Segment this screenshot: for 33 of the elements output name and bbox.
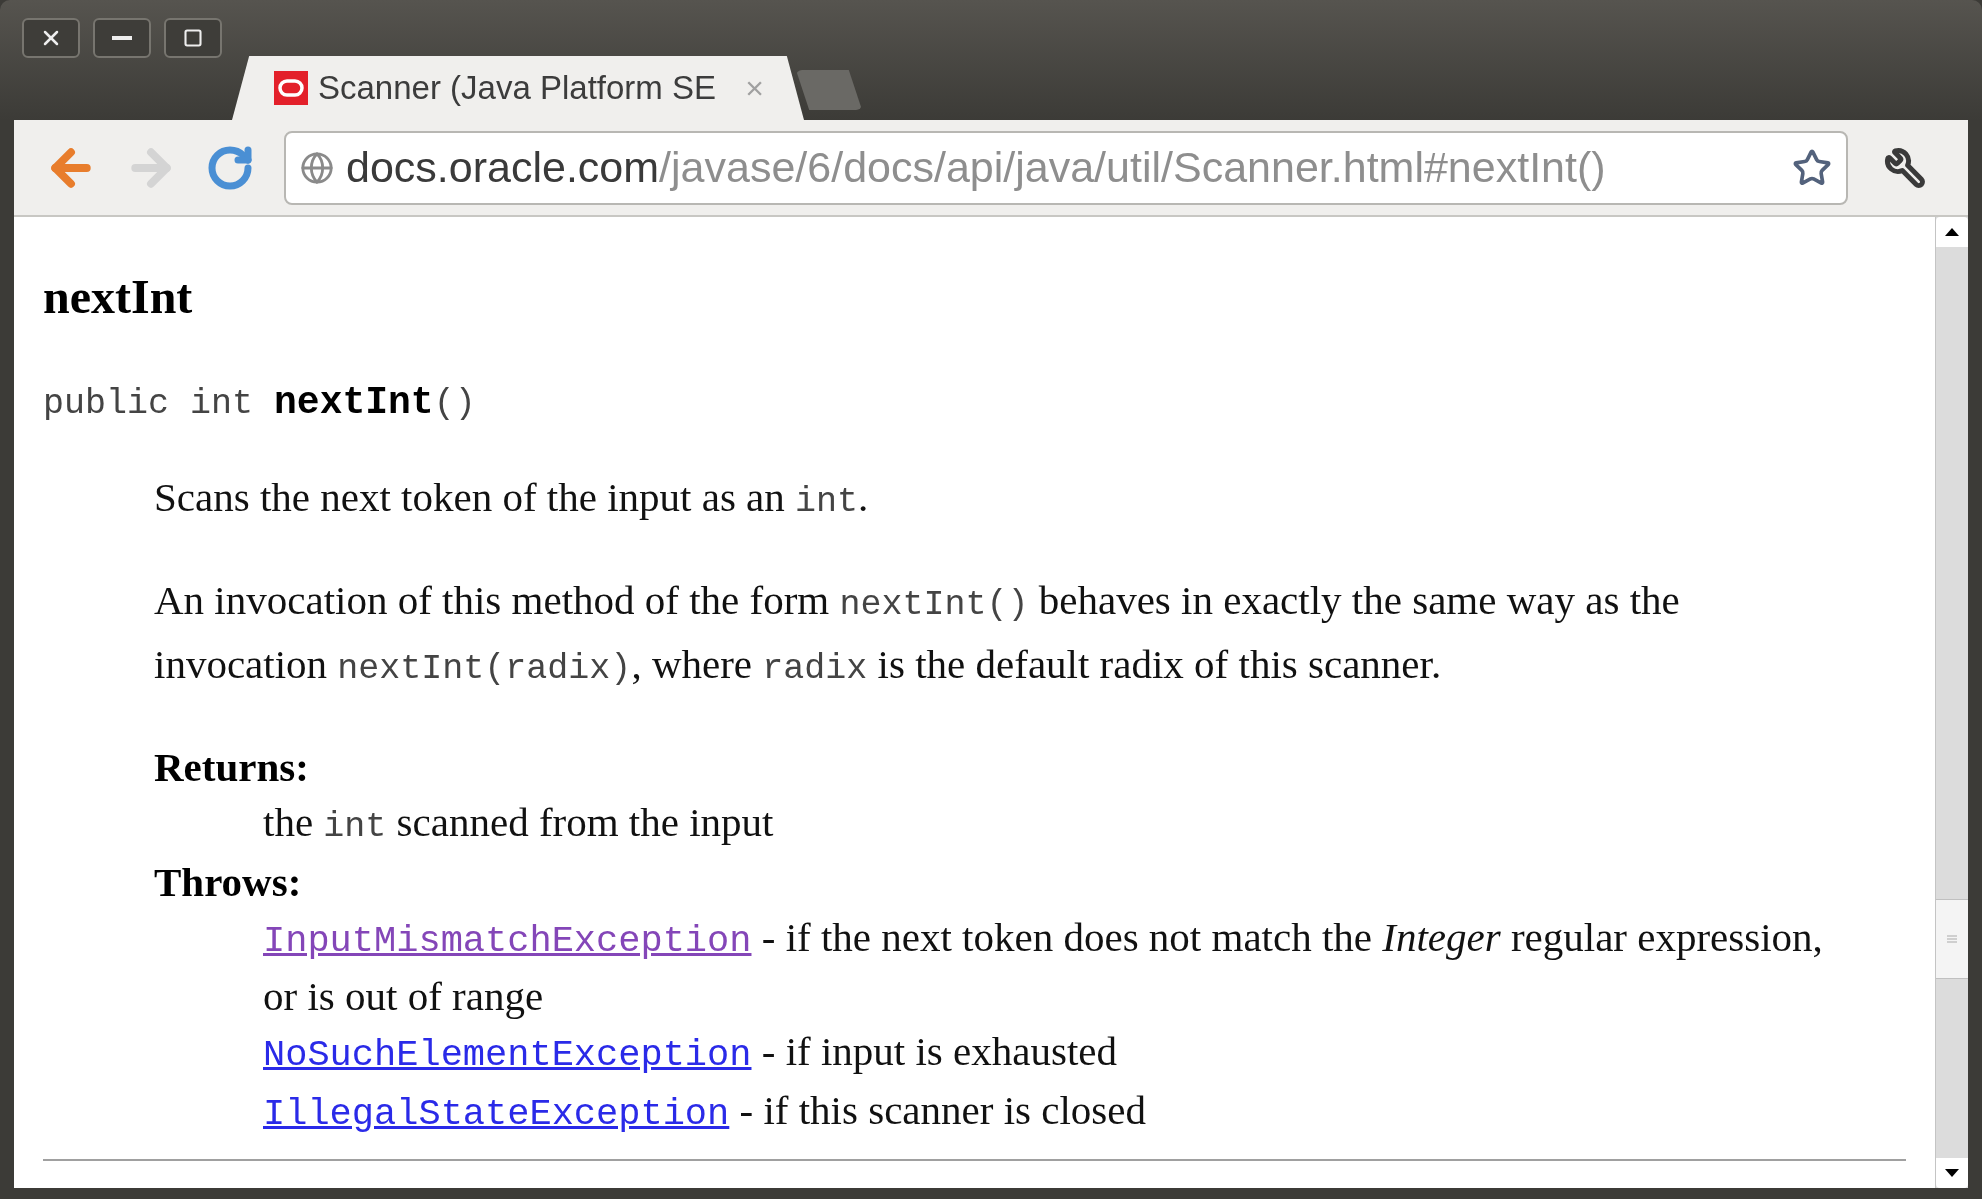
settings-wrench-icon[interactable]	[1884, 146, 1926, 189]
address-bar[interactable]: docs.oracle.com/javase/6/docs/api/java/util/Scanner.html#nextInt()	[284, 130, 1848, 205]
browser-tab[interactable]: Scanner (Java Platform SE ×	[232, 56, 804, 120]
exception-link[interactable]: IllegalStateException	[263, 1093, 730, 1135]
returns-description: the int scanned from the input	[263, 798, 775, 849]
returns-label: Returns:	[154, 743, 310, 792]
exception-description: InputMismatchException - if the next token does not match the Integer regular expression, or is out of range	[263, 913, 1824, 1021]
scroll-thumb[interactable]	[1936, 899, 1968, 979]
close-button[interactable]	[22, 18, 80, 58]
throws-label: Throws:	[154, 858, 303, 907]
minimize-button[interactable]	[93, 18, 151, 58]
scroll-down-button[interactable]	[1936, 1158, 1968, 1188]
new-tab-button[interactable]	[796, 70, 862, 110]
exception-link[interactable]: NoSuchElementException	[263, 1034, 752, 1076]
bookmark-star-icon[interactable]	[1792, 147, 1832, 188]
down-triangle-icon	[1945, 1169, 1959, 1177]
exception-link[interactable]: InputMismatchException	[263, 920, 752, 962]
method-signature: public int nextInt()	[43, 381, 477, 426]
maximize-icon	[183, 28, 203, 48]
tab-title: Scanner (Java Platform SE	[318, 68, 716, 109]
method-heading: nextInt	[43, 273, 194, 321]
scrollbar[interactable]	[1935, 217, 1968, 1188]
globe-icon	[300, 150, 334, 185]
url-text: docs.oracle.com/javase/6/docs/api/java/util/Scanner.html#nextInt()	[346, 142, 1606, 194]
description-paragraph: An invocation of this method of the form nextInt() behaves in exactly the same way as the invocation nextInt(radix), where radix is the default radix of this scanner.	[154, 576, 1681, 691]
favicon-icon	[274, 71, 308, 105]
exception-description: NoSuchElementException - if input is exhausted	[263, 1027, 1118, 1078]
exception-description: IllegalStateException - if this scanner is closed	[263, 1086, 1147, 1137]
description-paragraph: Scans the next token of the input as an int.	[154, 473, 870, 524]
scroll-up-button[interactable]	[1936, 217, 1968, 247]
minimize-icon	[112, 36, 132, 40]
up-triangle-icon	[1945, 228, 1959, 236]
maximize-button[interactable]	[164, 18, 222, 58]
